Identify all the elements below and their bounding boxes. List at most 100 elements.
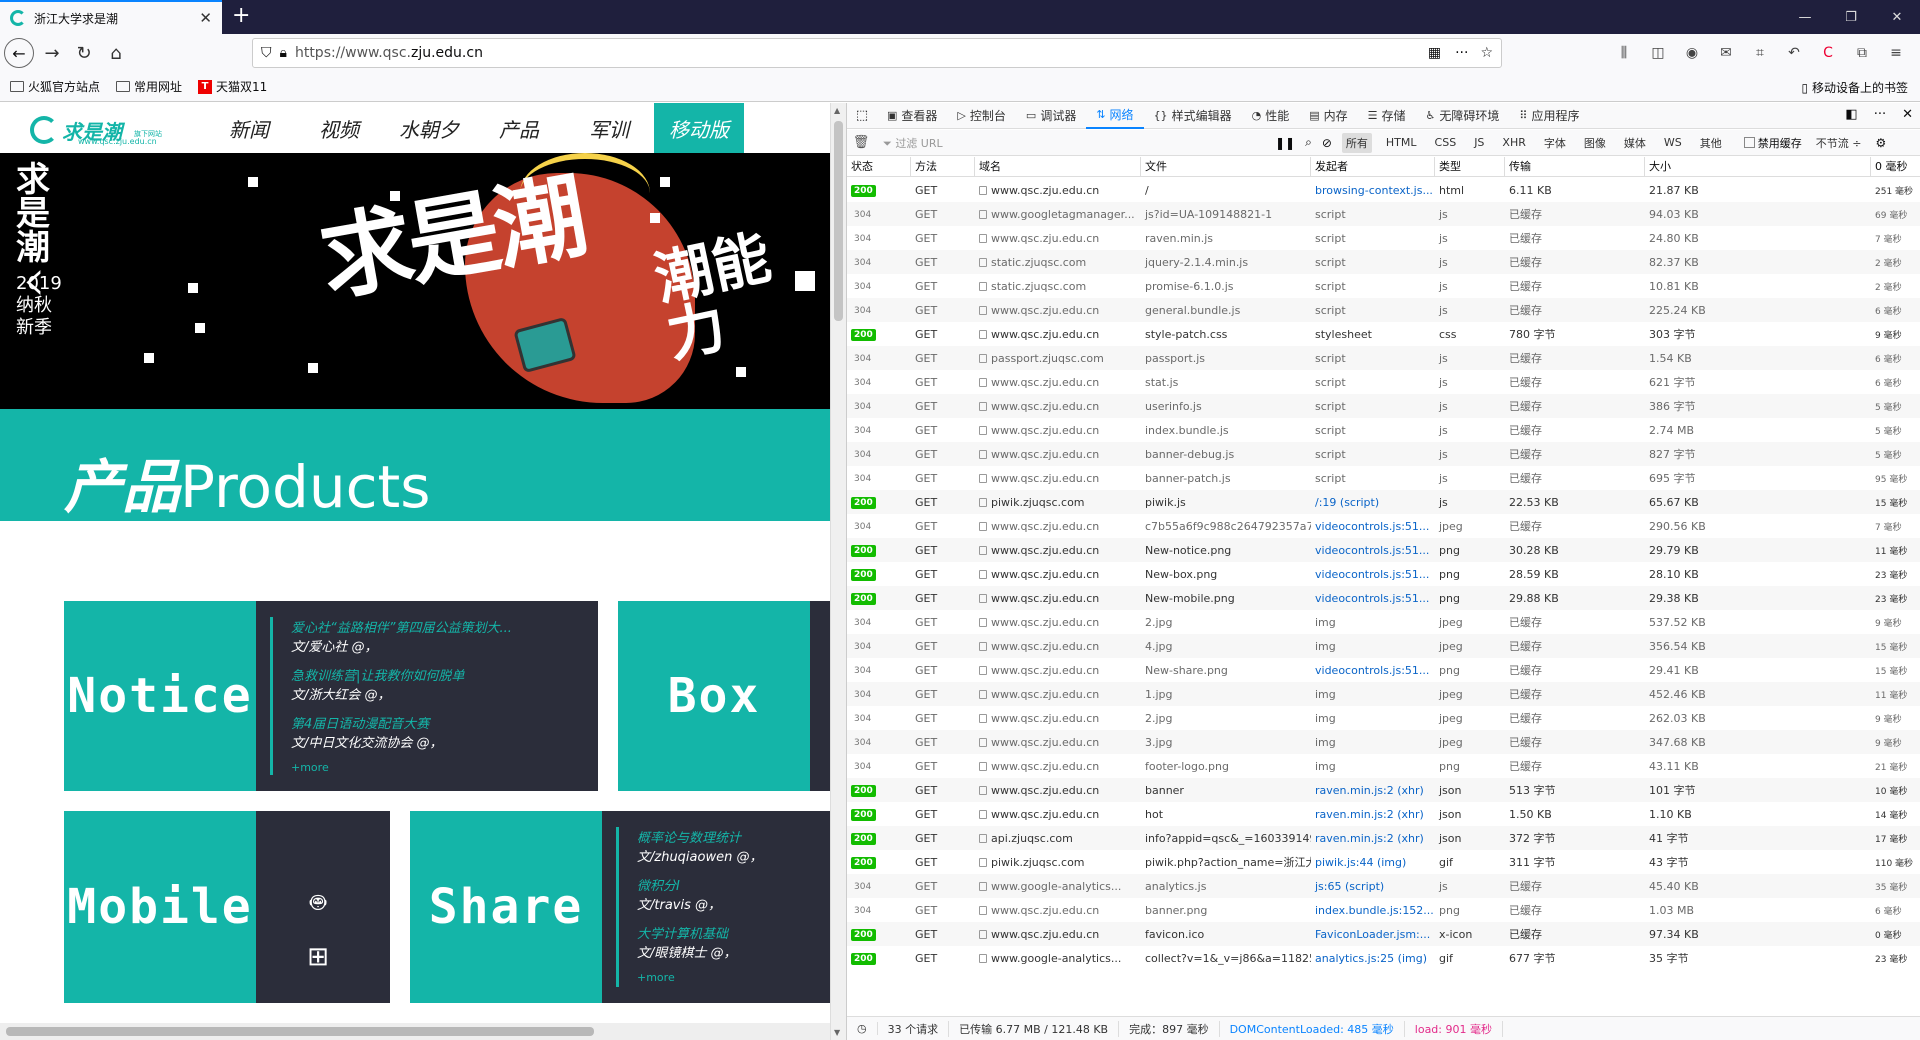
request-initiator[interactable]: videocontrols.js:51... (1311, 568, 1435, 581)
network-request-row[interactable]: 304 GET www.qsc.zju.edu.cn banner-patch.js s… (847, 466, 1920, 490)
request-initiator[interactable]: browsing-context.js... (1311, 184, 1435, 197)
network-request-row[interactable]: 304 GET static.zjuqsc.com jquery-2.1.4.min.… (847, 250, 1920, 274)
notice-more-link[interactable]: +more (291, 761, 551, 774)
request-initiator[interactable]: videocontrols.js:51... (1311, 520, 1435, 533)
new-tab-icon[interactable]: + (232, 3, 250, 28)
notice-tile[interactable]: Notice (64, 601, 256, 791)
request-initiator[interactable]: index.bundle.js:152... (1311, 904, 1435, 917)
tab-style-editor[interactable]: {} 样式编辑器 (1144, 103, 1242, 129)
share-more-link[interactable]: +more (637, 971, 830, 984)
tab-accessibility[interactable]: ♿︎ 无障碍环境 (1416, 103, 1510, 129)
minimize-icon[interactable]: — (1782, 0, 1828, 34)
block-icon[interactable]: ⊘ (1322, 136, 1332, 150)
scrollbar-thumb[interactable] (6, 1027, 594, 1036)
pause-icon[interactable]: ❚❚ (1275, 136, 1295, 150)
scrollbar-thumb[interactable] (834, 121, 843, 321)
request-initiator[interactable]: js:65 (script) (1311, 880, 1435, 893)
tab-storage[interactable]: ☰ 存储 (1358, 103, 1416, 129)
menu-news[interactable]: 新闻 (204, 103, 294, 153)
menu-products[interactable]: 产品 (474, 103, 564, 153)
disable-cache-checkbox[interactable]: 禁用缓存 (1743, 135, 1802, 151)
notice-link[interactable]: 第4届日语动漫配音大赛 (291, 713, 551, 732)
network-request-row[interactable]: 304 GET www.qsc.zju.edu.cn 2.jpg img jpeg 已缓存 2… (847, 706, 1920, 730)
network-request-row[interactable]: 304 GET www.google-analytics... analytics.j… (847, 874, 1920, 898)
close-window-icon[interactable]: ✕ (1874, 0, 1920, 34)
url-text[interactable]: https://www.qsc.zju.edu.cn (295, 45, 1428, 61)
carousel-prev-icon[interactable]: ‹ (22, 245, 46, 315)
request-initiator[interactable]: videocontrols.js:51... (1311, 592, 1435, 605)
col-initiator[interactable]: 发起者 (1311, 157, 1435, 176)
network-request-row[interactable]: 304 GET www.qsc.zju.edu.cn 2.jpg img jpeg 已缓存 5… (847, 610, 1920, 634)
menu-water-tide[interactable]: 水朝夕 (384, 103, 474, 153)
filter-url-input[interactable]: ⏷ 过滤 URL (875, 135, 1275, 151)
network-request-row[interactable]: 200 GET piwik.zjuqsc.com piwik.js /:19 (scri… (847, 490, 1920, 514)
notice-link[interactable]: 爱心社“益路相伴”第四届公益策划大... (291, 617, 551, 636)
filter-media[interactable]: 媒体 (1620, 133, 1650, 153)
notice-link[interactable]: 急救训练营|让我教你如何脱单 (291, 665, 551, 684)
col-method[interactable]: 方法 (911, 157, 975, 176)
extensions-icon[interactable]: ⧉ (1848, 38, 1876, 68)
mobile-tile[interactable]: Mobile (64, 811, 256, 1003)
bookmark-star-icon[interactable]: ☆ (1480, 45, 1493, 61)
share-link[interactable]: 微积分Ⅰ (637, 875, 830, 894)
col-transfer[interactable]: 传输 (1505, 157, 1645, 176)
col-file[interactable]: 文件 (1141, 157, 1311, 176)
page-actions-icon[interactable]: ··· (1455, 45, 1468, 61)
network-request-row[interactable]: 200 GET www.qsc.zju.edu.cn favicon.ico Favic… (847, 922, 1920, 946)
network-request-row[interactable]: 304 GET www.qsc.zju.edu.cn banner-debug.js s… (847, 442, 1920, 466)
account-icon[interactable]: ◉ (1678, 38, 1706, 68)
vertical-scrollbar[interactable]: ▲ ▼ (830, 103, 846, 1040)
network-request-row[interactable]: 200 GET www.google-analytics... collect?v=1… (847, 946, 1920, 970)
shield-icon[interactable]: ⛉ (261, 45, 272, 61)
network-request-row[interactable]: 304 GET www.qsc.zju.edu.cn general.bundle.j… (847, 298, 1920, 322)
back-icon[interactable]: ← (4, 38, 34, 68)
request-initiator[interactable]: analytics.js:25 (img) (1311, 952, 1435, 965)
request-initiator[interactable]: piwik.js:44 (img) (1311, 856, 1435, 869)
url-bar[interactable]: ⛉ 🔒︎ https://www.qsc.zju.edu.cn ▦ ··· ☆ (252, 38, 1502, 68)
home-icon[interactable]: ⌂ (100, 38, 132, 68)
windows-icon[interactable]: ⊞ (302, 941, 334, 973)
menu-military[interactable]: 军训 (564, 103, 654, 153)
request-initiator[interactable]: /:19 (script) (1311, 496, 1435, 509)
clear-trash-icon[interactable]: 🗑︎ (847, 135, 875, 150)
bookmark-item[interactable]: 火狐官方站点 (10, 78, 100, 95)
close-devtools-icon[interactable]: ✕ (1902, 107, 1913, 122)
banner-carousel[interactable]: 求是潮 2019 纳秋新季 ‹ 求是潮 潮能力 (0, 153, 830, 409)
reload-icon[interactable]: ↻ (68, 38, 100, 68)
col-size[interactable]: 大小 (1645, 157, 1871, 176)
network-request-row[interactable]: 304 GET static.zjuqsc.com promise-6.1.0.js s… (847, 274, 1920, 298)
restore-icon[interactable]: ❐ (1828, 0, 1874, 34)
filter-other[interactable]: 其他 (1696, 133, 1726, 153)
request-initiator[interactable]: FaviconLoader.jsm:... (1311, 928, 1435, 941)
share-link[interactable]: 大学计算机基础 (637, 923, 830, 942)
network-request-row[interactable]: 200 GET piwik.zjuqsc.com piwik.php?action_n… (847, 850, 1920, 874)
more-options-icon[interactable]: ··· (1874, 107, 1886, 122)
network-request-row[interactable]: 200 GET www.qsc.zju.edu.cn New-box.png video… (847, 562, 1920, 586)
android-icon[interactable]: 🤖︎ (302, 887, 334, 919)
share-tile[interactable]: Share (410, 811, 602, 1003)
network-request-row[interactable]: 304 GET www.qsc.zju.edu.cn 3.jpg img jpeg 已缓存 3… (847, 730, 1920, 754)
network-request-row[interactable]: 304 GET www.qsc.zju.edu.cn userinfo.js scrip… (847, 394, 1920, 418)
tab-debugger[interactable]: ▭ 调试器 (1016, 103, 1086, 129)
network-request-row[interactable]: 200 GET www.qsc.zju.edu.cn New-mobile.png vi… (847, 586, 1920, 610)
network-request-row[interactable]: 304 GET www.qsc.zju.edu.cn index.bundle.js s… (847, 418, 1920, 442)
filter-ws[interactable]: WS (1660, 134, 1686, 151)
request-initiator[interactable]: raven.min.js:2 (xhr) (1311, 784, 1435, 797)
lock-icon[interactable]: 🔒︎ (280, 45, 287, 61)
filter-js[interactable]: JS (1470, 134, 1488, 151)
network-request-row[interactable]: 304 GET www.qsc.zju.edu.cn raven.min.js scri… (847, 226, 1920, 250)
col-type[interactable]: 类型 (1435, 157, 1505, 176)
request-initiator[interactable]: raven.min.js:2 (xhr) (1311, 832, 1435, 845)
filter-all[interactable]: 所有 (1341, 132, 1372, 153)
network-request-row[interactable]: 304 GET www.qsc.zju.edu.cn c7b55a6f9c988c26… (847, 514, 1920, 538)
tab-network[interactable]: ⇅ 网络 (1086, 103, 1144, 129)
scroll-down-icon[interactable]: ▼ (834, 1028, 840, 1037)
network-request-row[interactable]: 304 GET passport.zjuqsc.com passport.js scri… (847, 346, 1920, 370)
forward-icon[interactable]: → (36, 38, 68, 68)
extension-icon[interactable]: C (1814, 38, 1842, 68)
menu-mobile[interactable]: 移动版 (654, 103, 744, 153)
network-request-row[interactable]: 200 GET www.qsc.zju.edu.cn style-patch.css s… (847, 322, 1920, 346)
network-request-row[interactable]: 200 GET www.qsc.zju.edu.cn hot raven.min.js:… (847, 802, 1920, 826)
mobile-bookmarks[interactable]: ▯ 移动设备上的书签 (1802, 79, 1908, 96)
col-domain[interactable]: 域名 (975, 157, 1141, 176)
